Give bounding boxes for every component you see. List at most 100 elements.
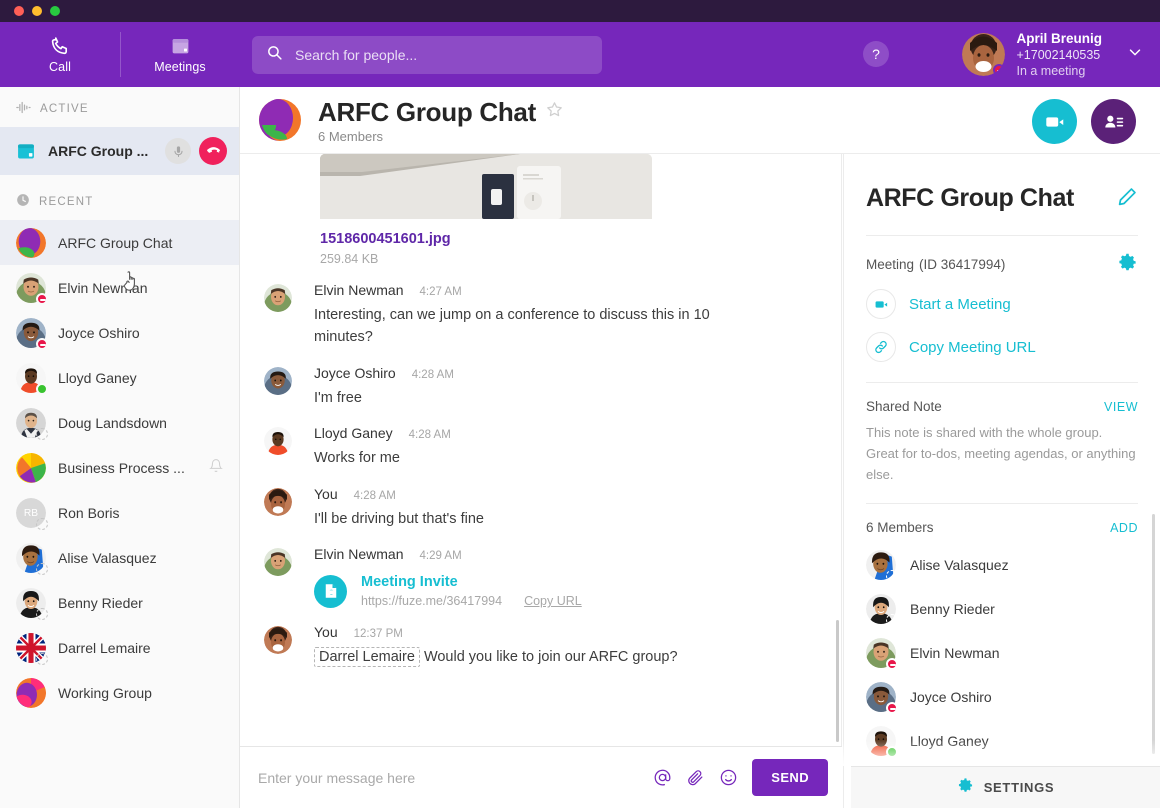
sidebar-item[interactable]: Benny Rieder — [0, 580, 239, 625]
send-button[interactable]: SEND — [752, 759, 828, 796]
sidebar-item[interactable]: Working Group — [0, 670, 239, 715]
help-button[interactable]: ? — [863, 41, 889, 67]
presence-dot-busy — [36, 292, 48, 305]
avatar: RB — [16, 497, 48, 530]
chat-message: Elvin Newman 4:27 AM Interesting, can we j… — [240, 266, 841, 349]
member-item[interactable]: Elvin Newman — [844, 631, 1160, 675]
sidebar-item[interactable]: Joyce Oshiro — [0, 310, 239, 355]
sidebar-item[interactable]: ARFC Group Chat — [0, 220, 239, 265]
gear-icon[interactable] — [1117, 252, 1138, 276]
calendar-icon — [16, 141, 36, 161]
message-text-body: Interesting, can we jump on a conference… — [314, 307, 710, 346]
message-input[interactable]: Enter your message here — [254, 770, 653, 786]
member-item[interactable]: Joyce Oshiro — [844, 675, 1160, 719]
message-sender: You — [314, 485, 338, 502]
avatar — [264, 366, 292, 395]
chat-message: Lloyd Ganey 4:28 AM Works for me — [240, 409, 841, 469]
sidebar-item-label: Elvin Newman — [58, 279, 148, 296]
zoom-window-button[interactable] — [50, 6, 60, 16]
mention-token[interactable]: Darrel Lemaire — [314, 647, 420, 668]
sidebar-item-label: Benny Rieder — [58, 594, 143, 611]
message-text: Interesting, can we jump on a conference… — [314, 304, 744, 349]
member-item[interactable]: Alise Valasquez — [844, 543, 1160, 587]
copy-meeting-url-button[interactable]: Copy Meeting URL — [866, 332, 1138, 362]
hangup-button[interactable] — [199, 137, 227, 165]
meeting-invite-title[interactable]: Meeting Invite — [361, 574, 582, 590]
search-input[interactable]: Search for people... — [252, 35, 602, 74]
avatar — [866, 682, 898, 715]
nav-item-meetings[interactable]: Meetings — [120, 22, 240, 87]
start-meeting-button[interactable]: Start a Meeting — [866, 289, 1138, 319]
sidebar-item[interactable]: Alise Valasquez — [0, 535, 239, 580]
user-menu[interactable]: April Breunig +17002140535 In a meeting — [962, 22, 1160, 87]
chat-title-block: ARFC Group Chat 6 Members — [318, 97, 564, 144]
bell-muted-icon[interactable] — [209, 458, 223, 478]
emoji-icon[interactable] — [719, 768, 738, 787]
active-call-label: ARFC Group ... — [48, 143, 149, 159]
member-item[interactable]: Lloyd Ganey — [844, 719, 1160, 763]
attachment-icon[interactable] — [686, 768, 705, 787]
sidebar-item-label: Working Group — [58, 684, 152, 701]
message-sender: Elvin Newman — [314, 546, 404, 563]
meeting-invite-text: Meeting Invite https://fuze.me/36417994 Co… — [361, 574, 582, 608]
meeting-invite-card[interactable]: Meeting Invite https://fuze.me/36417994 Co… — [314, 574, 817, 608]
sidebar-item[interactable]: RB Ron Boris — [0, 490, 239, 535]
chat-subtitle: 6 Members — [318, 128, 384, 144]
section-header-active: ACTIVE — [0, 87, 239, 127]
message-body: Joyce Oshiro 4:28 AM I'm free — [314, 365, 817, 409]
link-icon — [866, 332, 896, 362]
recent-list: ARFC Group Chat Elvin Newman Joyce Oshir… — [0, 220, 239, 715]
mic-muted-icon[interactable] — [165, 138, 191, 164]
sidebar-item[interactable]: Lloyd Ganey — [0, 355, 239, 400]
roster-button[interactable] — [1091, 99, 1136, 144]
member-item[interactable]: Benny Rieder — [844, 587, 1160, 631]
message-text-body: Would you like to join our ARFC group? — [423, 649, 678, 666]
meeting-invite-sub: https://fuze.me/36417994 Copy URL — [361, 594, 582, 608]
presence-dot-offline — [36, 517, 48, 530]
star-outline-icon[interactable] — [545, 100, 564, 124]
active-call-item[interactable]: ARFC Group ... — [0, 127, 239, 175]
video-call-button[interactable] — [1032, 99, 1077, 144]
details-panel: ARFC Group Chat Meeting (ID 36417994) St… — [843, 154, 1160, 808]
search-placeholder: Search for people... — [295, 46, 418, 63]
minimize-window-button[interactable] — [32, 6, 42, 16]
message-header: Elvin Newman 4:27 AM — [314, 282, 817, 298]
group-avatar — [258, 98, 302, 142]
shared-note-label: Shared Note — [866, 399, 942, 414]
details-title: ARFC Group Chat — [866, 184, 1074, 212]
chat-scrollbar[interactable] — [836, 620, 839, 742]
presence-dot-online — [886, 746, 898, 759]
attachment-thumbnail[interactable] — [320, 154, 652, 219]
shared-note-view-link[interactable]: VIEW — [1104, 400, 1138, 414]
members-row: 6 Members ADD — [866, 520, 1138, 535]
copy-url-link[interactable]: Copy URL — [524, 594, 582, 608]
settings-label: SETTINGS — [983, 780, 1055, 795]
user-status: In a meeting — [1016, 64, 1086, 79]
sidebar-item[interactable]: Elvin Newman — [0, 265, 239, 310]
message-time: 4:29 AM — [419, 550, 462, 563]
sidebar-item[interactable]: Doug Landsdown — [0, 400, 239, 445]
member-name: Lloyd Ganey — [910, 733, 989, 750]
members-add-link[interactable]: ADD — [1110, 521, 1138, 535]
mention-icon[interactable] — [653, 768, 672, 787]
avatar — [866, 594, 898, 627]
details-scrollbar[interactable] — [1152, 514, 1155, 754]
avatar — [264, 626, 292, 655]
close-window-button[interactable] — [14, 6, 24, 16]
avatar — [16, 632, 48, 665]
section-header-recent: RECENT — [0, 175, 239, 220]
sidebar-item[interactable]: Darrel Lemaire — [0, 625, 239, 670]
top-bar: Search for people... ? April Breunig +17… — [240, 22, 1160, 87]
sidebar-item[interactable]: Business Process ... — [0, 445, 239, 490]
settings-button[interactable]: SETTINGS — [851, 766, 1160, 808]
message-list[interactable]: 1518600451601.jpg 259.84 KB Elvin Newman… — [240, 154, 842, 746]
nav-item-call[interactable]: Call — [0, 22, 120, 87]
message-body: You 4:28 AM I'll be driving but that's fin… — [314, 486, 817, 530]
attachment-filename[interactable]: 1518600451601.jpg — [320, 231, 841, 247]
pencil-icon[interactable] — [1117, 186, 1138, 212]
window-titlebar — [0, 0, 1160, 22]
sidebar-item-label: Joyce Oshiro — [58, 324, 140, 341]
message-header: Lloyd Ganey 4:28 AM — [314, 425, 817, 441]
message-text-body: I'll be driving but that's fine — [314, 510, 484, 527]
chevron-down-icon[interactable] — [1126, 43, 1144, 66]
